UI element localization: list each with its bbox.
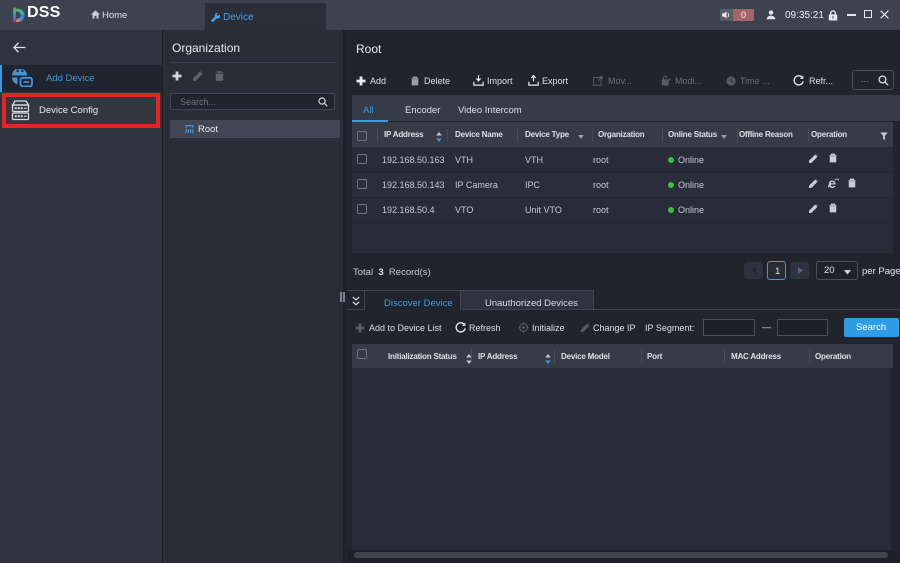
svg-text:e: e	[828, 177, 836, 189]
